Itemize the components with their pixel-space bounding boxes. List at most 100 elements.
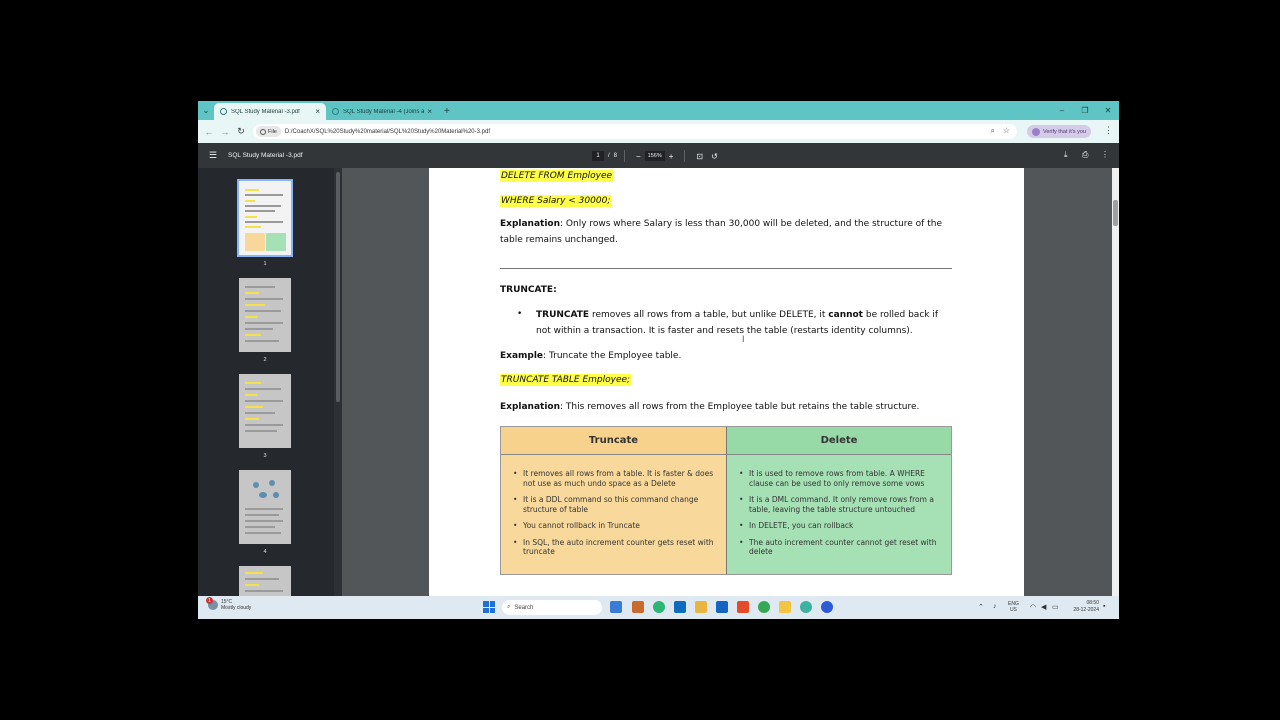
truncate-column: Truncate It removes all rows from a tabl… (501, 427, 727, 574)
file-explorer-icon[interactable] (695, 601, 707, 613)
code-delete-from: DELETE FROM Employee (500, 170, 614, 182)
section-divider (500, 268, 952, 269)
site-info-chip[interactable]: File (256, 126, 281, 137)
avatar (1032, 127, 1040, 136)
list-item: It removes all rows from a table. It is … (513, 469, 718, 488)
weather-condition: Mostly cloudy (221, 605, 252, 611)
current-page: 1 (596, 153, 600, 159)
close-icon[interactable]: × (315, 107, 320, 116)
thumbnail-number: 1 (263, 261, 267, 267)
code-truncate-table: TRUNCATE TABLE Employee; (500, 374, 632, 386)
explanation-delete: Explanation: Only rows where Salary is l… (500, 217, 952, 248)
zoom-app-icon[interactable] (821, 601, 833, 613)
bookmark-star-icon[interactable]: ☆ (1003, 126, 1010, 135)
fit-page-icon[interactable]: ⊡ (696, 152, 703, 161)
sidebar-scrollbar[interactable] (334, 168, 342, 596)
example-label: Example (500, 351, 544, 361)
address-bar: ← → ↻ File D:/CoachX/SQL%20Study%20mater… (198, 120, 1119, 143)
chrome-icon[interactable] (758, 601, 770, 613)
cannot-keyword: cannot (828, 310, 863, 320)
battery-icon[interactable]: ▭ (1052, 603, 1059, 611)
page-number-input[interactable]: 1 (592, 151, 604, 161)
scrollbar-thumb[interactable] (1113, 200, 1118, 226)
tab-search-button[interactable]: ⌄ (198, 101, 214, 120)
pdf-page: DELETE FROM Employee WHERE Salary < 3000… (429, 168, 1024, 596)
taskbar-search-input[interactable]: ⌕ Search (502, 600, 602, 615)
page-thumbnail-4[interactable] (239, 470, 291, 544)
forward-button[interactable]: → (217, 124, 233, 140)
browser-menu-icon[interactable]: ⋮ (1104, 125, 1113, 136)
tab-sql-study-material-3[interactable]: SQL Study Material -3.pdf × (214, 103, 326, 120)
zoom-in-icon[interactable]: + (669, 152, 674, 161)
brave-icon[interactable] (737, 601, 749, 613)
clock-date: 28-12-2024 (1073, 607, 1099, 613)
page-separator: / (608, 153, 610, 159)
list-item: It is a DML command. It only remove rows… (739, 495, 943, 514)
rotate-icon[interactable]: ↺ (711, 152, 718, 161)
list-item: You cannot rollback in Truncate (513, 521, 718, 531)
page-thumbnail-5[interactable] (239, 566, 291, 596)
page-controls: 1 / 8 − 156% + ⊡ ↺ (592, 150, 722, 162)
profile-verify-button[interactable]: Verify that it's you (1027, 125, 1091, 138)
divider (624, 150, 626, 162)
reload-button[interactable]: ↻ (233, 124, 249, 140)
zoom-out-icon[interactable]: − (636, 152, 641, 161)
page-thumbnail-3[interactable] (239, 374, 291, 448)
explanation-text: : This removes all rows from the Employe… (560, 402, 920, 412)
search-icon: ⌕ (507, 604, 511, 610)
more-options-icon[interactable]: ⋮ (1101, 150, 1109, 159)
zoom-level-input[interactable]: 156% (644, 151, 665, 161)
hamburger-menu-icon[interactable]: ☰ (198, 150, 228, 161)
weather-widget[interactable]: 1 15°C Mostly cloudy (206, 597, 252, 611)
zoom-icon[interactable]: ⌕ (991, 126, 995, 136)
chrome-profile-icon[interactable] (800, 601, 812, 613)
delete-column: Delete It is used to remove rows from ta… (727, 427, 951, 574)
thumbnail-number: 2 (263, 357, 267, 363)
list-item: It is a DDL command so this command chan… (513, 495, 718, 514)
system-clock[interactable]: 08:50 28-12-2024 (1073, 600, 1099, 614)
task-view-icon[interactable] (610, 601, 622, 613)
globe-icon (220, 108, 227, 115)
explanation-text: : Only rows where Salary is less than 30… (500, 219, 942, 245)
url-input[interactable]: File D:/CoachX/SQL%20Study%20material/SQ… (253, 124, 1017, 139)
thumbnail-number: 4 (263, 549, 267, 555)
total-pages: 8 (613, 153, 618, 159)
microphone-icon[interactable]: ♪ (993, 603, 997, 610)
bullet-text: removes all rows from a table, but unlik… (589, 310, 829, 320)
viewer-scrollbar[interactable] (1112, 168, 1119, 596)
close-icon[interactable]: × (427, 107, 432, 116)
wifi-icon[interactable]: ◠ (1030, 603, 1036, 611)
teams-icon[interactable] (653, 601, 665, 613)
page-thumbnail-2[interactable] (239, 278, 291, 352)
example-text: : Truncate the Employee table. (543, 351, 682, 361)
keyboard-region: US (1009, 607, 1017, 613)
bullet-dot: • (517, 309, 523, 319)
widgets-icon[interactable] (632, 601, 644, 613)
page-thumbnail-1[interactable] (237, 179, 293, 257)
outlook-icon[interactable] (674, 601, 686, 613)
chevron-up-icon[interactable]: ⌃ (978, 603, 984, 611)
scrollbar-thumb[interactable] (336, 172, 340, 402)
minimize-button[interactable]: – (1051, 101, 1073, 120)
mail-icon[interactable] (716, 601, 728, 613)
list-item: The auto increment counter cannot get re… (739, 538, 943, 557)
app-icon[interactable] (779, 601, 791, 613)
notification-bell-icon[interactable]: ▪ (1103, 603, 1105, 610)
windows-start-icon[interactable] (483, 601, 495, 613)
text-cursor-icon: I (742, 334, 745, 344)
tab-sql-study-material-4[interactable]: SQL Study Material -4 (Joins and × (326, 103, 438, 120)
explanation-label: Explanation (500, 219, 561, 229)
restore-button[interactable]: ❐ (1074, 101, 1096, 120)
new-tab-button[interactable]: + (438, 103, 456, 120)
back-button[interactable]: ← (201, 124, 217, 140)
globe-icon (332, 108, 339, 115)
pdf-title: SQL Study Material -3.pdf (228, 152, 303, 159)
tab-title: SQL Study Material -3.pdf (231, 108, 300, 115)
desktop-screen: ⌄ SQL Study Material -3.pdf × SQL Study … (198, 101, 1119, 619)
code-where-clause: WHERE Salary < 30000; (500, 195, 612, 207)
print-icon[interactable]: ⎙ (1082, 150, 1088, 160)
close-window-button[interactable]: ✕ (1097, 101, 1119, 120)
speaker-icon[interactable]: ◀ (1041, 603, 1046, 611)
download-icon[interactable]: ⤓ (1064, 150, 1068, 160)
language-indicator[interactable]: ENG US (1008, 601, 1019, 613)
